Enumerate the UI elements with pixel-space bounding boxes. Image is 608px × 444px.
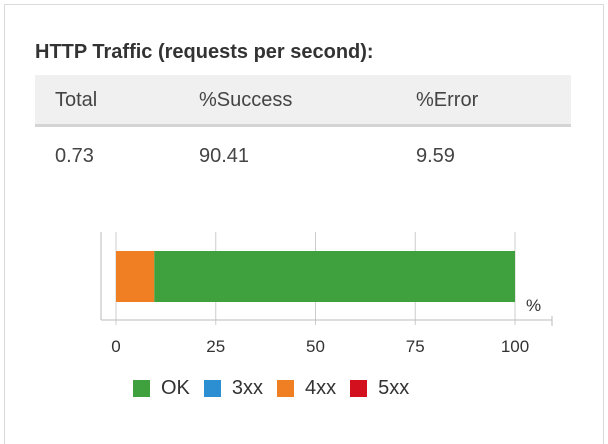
legend-swatch bbox=[350, 379, 368, 397]
legend-label: OK bbox=[161, 376, 190, 399]
x-tick-label: 25 bbox=[206, 337, 225, 356]
x-tick-label: 0 bbox=[111, 337, 120, 356]
bar-segment-ok bbox=[154, 251, 515, 302]
legend-label: 4xx bbox=[305, 376, 337, 399]
legend-label: 5xx bbox=[378, 376, 410, 399]
traffic-chart: 0 25 50 75 100% bbox=[100, 232, 553, 356]
legend-swatch bbox=[203, 379, 221, 397]
bar-segment-4xx bbox=[116, 251, 155, 302]
legend-swatch bbox=[277, 379, 295, 397]
x-tick-label: 75 bbox=[406, 337, 425, 356]
legend-item-ok[interactable]: OK bbox=[133, 377, 190, 400]
chart-legend: OK 3xx 4xx 5xx bbox=[133, 376, 423, 400]
x-tick-label: 100 bbox=[501, 337, 529, 356]
unit-label: % bbox=[526, 296, 541, 315]
legend-swatch bbox=[133, 379, 150, 397]
legend-item-5xx[interactable]: 5xx bbox=[350, 377, 409, 400]
x-tick-label: 50 bbox=[306, 337, 325, 356]
legend-item-3xx[interactable]: 3xx bbox=[203, 376, 264, 400]
legend-label: 3xx bbox=[231, 376, 264, 399]
legend-item-4xx[interactable]: 4xx bbox=[277, 377, 336, 400]
